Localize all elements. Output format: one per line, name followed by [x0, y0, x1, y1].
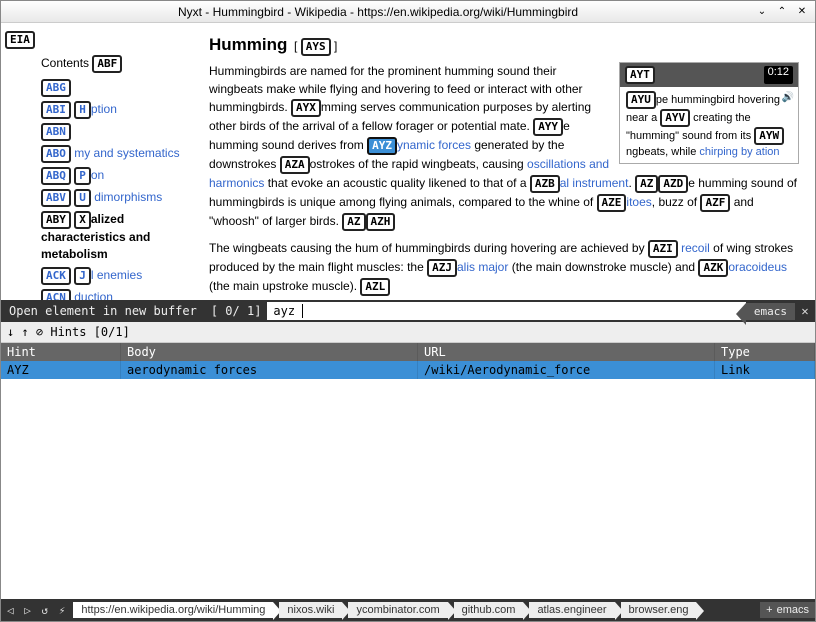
hint-label[interactable]: AZI	[648, 240, 678, 258]
maximize-button[interactable]: ⌃	[775, 5, 789, 19]
toc-item[interactable]: ABV U dimorphisms	[5, 189, 197, 207]
link[interactable]: oracoideus	[728, 260, 787, 274]
buffer-tab[interactable]: nixos.wiki	[279, 602, 342, 618]
hint-label[interactable]: AZK	[698, 259, 728, 277]
buffer-tab[interactable]: https://en.wikipedia.org/wiki/Humming	[73, 602, 273, 618]
link[interactable]: alis major	[457, 260, 508, 274]
hint-label[interactable]: AZD	[658, 175, 688, 193]
close-prompt-button[interactable]: ✕	[795, 300, 815, 322]
link-aerodynamic-forces[interactable]: ynamic forces	[397, 138, 471, 152]
infobox: AYT 0:12 AYUpe hummingbird hovering near…	[619, 62, 799, 164]
plus-icon[interactable]: +	[766, 604, 772, 616]
link[interactable]: al instrument	[560, 176, 629, 190]
toc-item[interactable]: ABQ Pon	[5, 167, 197, 185]
hints-panel-header: ↓ ↑ ⊘ Hints [0/1]	[1, 322, 815, 343]
cell-hint: AYZ	[1, 361, 121, 379]
status-right: + emacs	[760, 602, 815, 618]
hint-label[interactable]: AZE	[597, 194, 627, 212]
window-title: Nyxt - Hummingbird - Wikipedia - https:/…	[7, 5, 749, 19]
section-heading-humming: Humming	[209, 35, 287, 54]
toc-item[interactable]: ABI Hption	[5, 101, 197, 119]
cell-type: Link	[715, 361, 815, 379]
cell-url: /wiki/Aerodynamic_force	[418, 361, 715, 379]
table-row[interactable]: AYZ aerodynamic forces /wiki/Aerodynamic…	[1, 361, 815, 379]
link[interactable]: ation	[756, 146, 780, 158]
hint-label[interactable]: AYW	[754, 127, 784, 145]
hint-label[interactable]: AYY	[533, 118, 563, 136]
hints-panel: ↓ ↑ ⊘ Hints [0/1] Hint Body URL Type AYZ…	[1, 322, 815, 599]
hint-label[interactable]: AZ	[342, 213, 365, 231]
col-body: Body	[121, 343, 418, 361]
toc-item[interactable]: ACN duction	[5, 289, 197, 300]
mode-label: emacs	[777, 604, 809, 616]
toc-item[interactable]: ABN	[5, 123, 197, 141]
prompt-count: [ 0/ 1]	[205, 304, 268, 318]
main-article: Humming [ AYS ] AYT 0:12 AYUpe hummingbi…	[201, 23, 815, 300]
col-url: URL	[418, 343, 715, 361]
hint-label-selected[interactable]: AYZ	[367, 137, 397, 155]
toc-item[interactable]: ABG	[5, 79, 197, 97]
paragraph: The wingbeats causing the hum of humming…	[209, 239, 799, 296]
hint-label[interactable]: AZF	[700, 194, 730, 212]
contents-heading: Contents ABF	[5, 55, 197, 73]
close-button[interactable]: ✕	[795, 5, 809, 19]
hint-label[interactable]: AZJ	[427, 259, 457, 277]
hint-label[interactable]: AYV	[660, 109, 690, 127]
link[interactable]: chirping by	[699, 146, 752, 158]
video-time: 0:12	[764, 66, 793, 84]
hint-label[interactable]: AYU	[626, 91, 656, 109]
col-hint: Hint	[1, 343, 121, 361]
minibuffer: Open element in new buffer [ 0/ 1] ayz e…	[1, 300, 815, 322]
prompt-label: Open element in new buffer	[1, 304, 205, 318]
hint-label[interactable]: AZA	[280, 156, 310, 174]
buffer-tab[interactable]: github.com	[454, 602, 524, 618]
content-area: EIA Contents ABF ABG ABI Hption ABN ABO …	[1, 23, 815, 300]
sidebar: EIA Contents ABF ABG ABI Hption ABN ABO …	[1, 23, 201, 300]
table-header-row: Hint Body URL Type	[1, 343, 815, 361]
toc-item[interactable]: ABO my and systematics	[5, 145, 197, 163]
hint-label[interactable]: ABF	[92, 55, 122, 73]
hint-label[interactable]: AZL	[360, 278, 390, 296]
prompt-input[interactable]: ayz	[267, 302, 745, 320]
status-bar: ◁ ▷ ↺ ⚡ https://en.wikipedia.org/wiki/Hu…	[1, 599, 815, 621]
hint-label[interactable]: AZH	[366, 213, 396, 231]
hint-label[interactable]: AZB	[530, 175, 560, 193]
hint-label[interactable]: AYT	[625, 66, 655, 84]
hint-label[interactable]: AZ	[635, 175, 658, 193]
buffer-tab[interactable]: browser.eng	[621, 602, 697, 618]
hint-label[interactable]: AYS	[301, 38, 331, 56]
col-type: Type	[715, 343, 815, 361]
window: Nyxt - Hummingbird - Wikipedia - https:/…	[0, 0, 816, 622]
hint-label[interactable]: EIA	[5, 31, 35, 49]
minimize-button[interactable]: ⌄	[755, 5, 769, 19]
nav-controls[interactable]: ◁ ▷ ↺ ⚡	[1, 604, 73, 617]
buffer-tab[interactable]: ycombinator.com	[348, 602, 447, 618]
link[interactable]: recoil	[678, 241, 710, 255]
mode-indicator: emacs	[746, 303, 795, 320]
titlebar: Nyxt - Hummingbird - Wikipedia - https:/…	[1, 1, 815, 23]
buffer-tab[interactable]: atlas.engineer	[529, 602, 614, 618]
link[interactable]: itoes	[626, 195, 651, 209]
toc-item[interactable]: ABY Xalized characteristics and metaboli…	[5, 211, 197, 263]
speaker-icon[interactable]: 🔊	[782, 91, 794, 104]
cell-body: aerodynamic forces	[121, 361, 418, 379]
hint-label[interactable]: AYX	[291, 99, 321, 117]
toc-item[interactable]: ACK Jl enemies	[5, 267, 197, 285]
